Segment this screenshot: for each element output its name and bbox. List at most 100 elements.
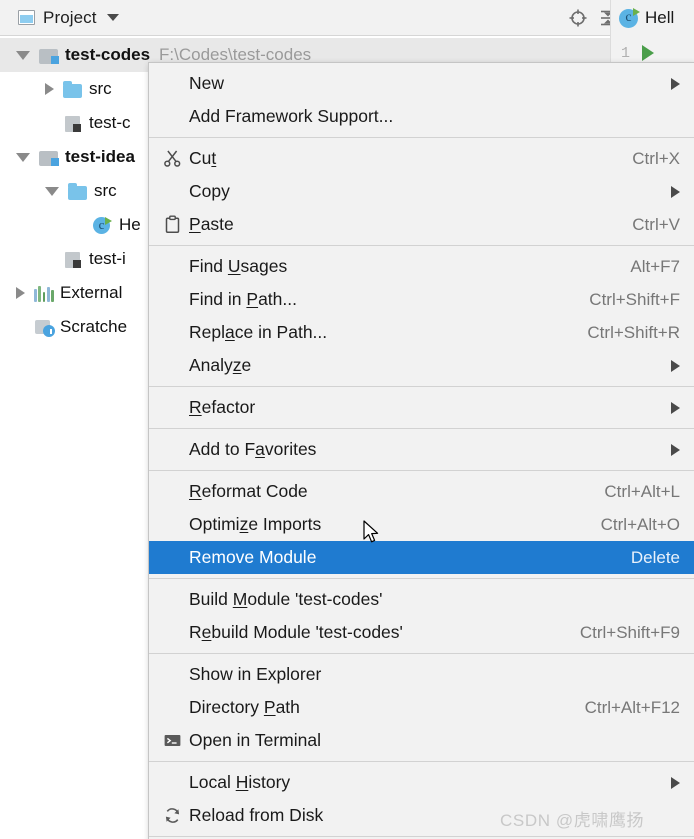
scratches-icon bbox=[34, 319, 55, 337]
tree-row-label: test-codes bbox=[65, 45, 151, 64]
menu-item-local-history[interactable]: Local History bbox=[149, 766, 694, 799]
menu-item-label: Open in Terminal bbox=[189, 730, 321, 750]
submenu-arrow-icon bbox=[671, 77, 680, 90]
menu-separator bbox=[149, 470, 694, 471]
menu-item-label: Show in Explorer bbox=[189, 664, 322, 684]
line-number: 1 bbox=[621, 44, 631, 62]
menu-item-label: Remove Module bbox=[189, 547, 317, 567]
scissors-icon bbox=[163, 149, 189, 168]
menu-item-refactor[interactable]: Refactor bbox=[149, 391, 694, 424]
menu-item-new[interactable]: New bbox=[149, 67, 694, 100]
menu-item-directory-path[interactable]: Directory Path Ctrl+Alt+F12 bbox=[149, 691, 694, 724]
menu-item-shortcut: Ctrl+Shift+F9 bbox=[579, 622, 680, 642]
chevron-down-icon[interactable] bbox=[16, 152, 30, 162]
menu-item-cut[interactable]: Cut Ctrl+X bbox=[149, 142, 694, 175]
editor-tab-hello[interactable]: Hell bbox=[611, 0, 694, 36]
submenu-arrow-icon bbox=[671, 185, 680, 198]
module-folder-icon bbox=[39, 149, 59, 166]
library-bar bbox=[46, 286, 50, 302]
tree-arrow-spacer bbox=[74, 225, 83, 226]
menu-item-label: Directory Path bbox=[189, 697, 300, 717]
menu-item-label: Analyze bbox=[189, 355, 252, 375]
menu-item-shortcut: Ctrl+Shift+R bbox=[587, 322, 680, 342]
menu-item-add-framework-support[interactable]: Add Framework Support... bbox=[149, 100, 694, 133]
tree-arrow-spacer bbox=[45, 259, 54, 260]
tree-row-label: src bbox=[89, 79, 112, 98]
menu-item-label: Reformat Code bbox=[189, 481, 308, 501]
menu-item-show-in-explorer[interactable]: Show in Explorer bbox=[149, 658, 694, 691]
run-triangle-icon[interactable] bbox=[642, 45, 655, 61]
menu-item-label: Add to Favorites bbox=[189, 439, 317, 459]
menu-item-label: Local History bbox=[189, 772, 291, 792]
menu-item-rebuild-module[interactable]: Rebuild Module 'test-codes' Ctrl+Shift+F9 bbox=[149, 616, 694, 649]
library-bar bbox=[51, 289, 54, 302]
menu-separator bbox=[149, 653, 694, 654]
menu-separator bbox=[149, 386, 694, 387]
chevron-down-icon[interactable] bbox=[45, 186, 59, 196]
menu-item-label: Rebuild Module 'test-codes' bbox=[189, 622, 403, 642]
ide-window: Project c Hell test-codes F:\Codes\test-… bbox=[0, 0, 694, 839]
menu-separator bbox=[149, 578, 694, 579]
menu-separator bbox=[149, 836, 694, 837]
iml-file-icon bbox=[63, 251, 83, 268]
editor-tab-label: Hell bbox=[645, 8, 675, 27]
menu-item-find-in-path[interactable]: Find in Path... Ctrl+Shift+F bbox=[149, 283, 694, 316]
project-panel-icon bbox=[18, 10, 35, 25]
iml-file-icon bbox=[63, 115, 83, 132]
tree-arrow-spacer bbox=[45, 123, 54, 124]
tree-row-label: src bbox=[94, 181, 117, 200]
menu-item-label: Copy bbox=[189, 181, 230, 201]
menu-item-shortcut: Alt+F7 bbox=[630, 256, 680, 276]
menu-item-build-module[interactable]: Build Module 'test-codes' bbox=[149, 583, 694, 616]
menu-item-remove-module[interactable]: Remove Module Delete bbox=[149, 541, 694, 574]
menu-item-copy[interactable]: Copy bbox=[149, 175, 694, 208]
page-title: Project bbox=[43, 7, 97, 27]
clock-hand bbox=[50, 328, 52, 334]
java-class-runnable-icon bbox=[619, 7, 640, 28]
menu-item-find-usages[interactable]: Find Usages Alt+F7 bbox=[149, 250, 694, 283]
menu-item-add-to-favorites[interactable]: Add to Favorites bbox=[149, 433, 694, 466]
menu-separator bbox=[149, 245, 694, 246]
java-class-icon bbox=[92, 216, 113, 234]
menu-item-shortcut: Delete bbox=[630, 547, 680, 567]
menu-item-shortcut: Ctrl+X bbox=[632, 148, 680, 168]
menu-item-shortcut: Ctrl+Alt+F12 bbox=[584, 697, 680, 717]
module-folder-icon bbox=[39, 47, 59, 64]
library-bar bbox=[42, 291, 46, 302]
tree-row-label: He bbox=[119, 215, 141, 234]
menu-separator bbox=[149, 137, 694, 138]
tree-row-label: test-idea bbox=[65, 147, 135, 166]
menu-separator bbox=[149, 761, 694, 762]
submenu-arrow-icon bbox=[671, 401, 680, 414]
menu-item-paste[interactable]: Paste Ctrl+V bbox=[149, 208, 694, 241]
chevron-down-icon[interactable] bbox=[106, 14, 119, 21]
submenu-arrow-icon bbox=[671, 776, 680, 789]
menu-item-label: Cut bbox=[189, 148, 217, 168]
menu-item-shortcut: Ctrl+Shift+F bbox=[589, 289, 680, 309]
menu-item-open-in-terminal[interactable]: Open in Terminal bbox=[149, 724, 694, 757]
refresh-icon bbox=[163, 806, 189, 825]
menu-item-label: New bbox=[189, 73, 225, 93]
chevron-down-icon[interactable] bbox=[16, 50, 30, 60]
project-title-group[interactable]: Project bbox=[0, 8, 119, 28]
menu-item-replace-in-path[interactable]: Replace in Path... Ctrl+Shift+R bbox=[149, 316, 694, 349]
menu-item-label: Optimize Imports bbox=[189, 514, 322, 534]
project-toolwindow-header: Project bbox=[0, 0, 694, 36]
menu-item-optimize-imports[interactable]: Optimize Imports Ctrl+Alt+O bbox=[149, 508, 694, 541]
menu-item-label: Find in Path... bbox=[189, 289, 297, 309]
watermark: CSDN @虎啸鹰扬 bbox=[500, 811, 645, 830]
library-bar bbox=[38, 285, 42, 302]
locate-icon[interactable] bbox=[563, 0, 593, 36]
chevron-right-icon[interactable] bbox=[16, 287, 25, 299]
menu-item-shortcut: Ctrl+Alt+L bbox=[604, 481, 680, 501]
menu-item-analyze[interactable]: Analyze bbox=[149, 349, 694, 382]
folder-icon bbox=[68, 182, 88, 200]
menu-item-label: Replace in Path... bbox=[189, 322, 328, 342]
menu-separator bbox=[149, 428, 694, 429]
tree-arrow-spacer bbox=[16, 327, 25, 328]
tree-row-label: test-c bbox=[89, 113, 131, 132]
chevron-right-icon[interactable] bbox=[45, 83, 54, 95]
menu-item-label: Paste bbox=[189, 214, 234, 234]
menu-item-shortcut: Ctrl+V bbox=[632, 214, 680, 234]
menu-item-reformat-code[interactable]: Reformat Code Ctrl+Alt+L bbox=[149, 475, 694, 508]
